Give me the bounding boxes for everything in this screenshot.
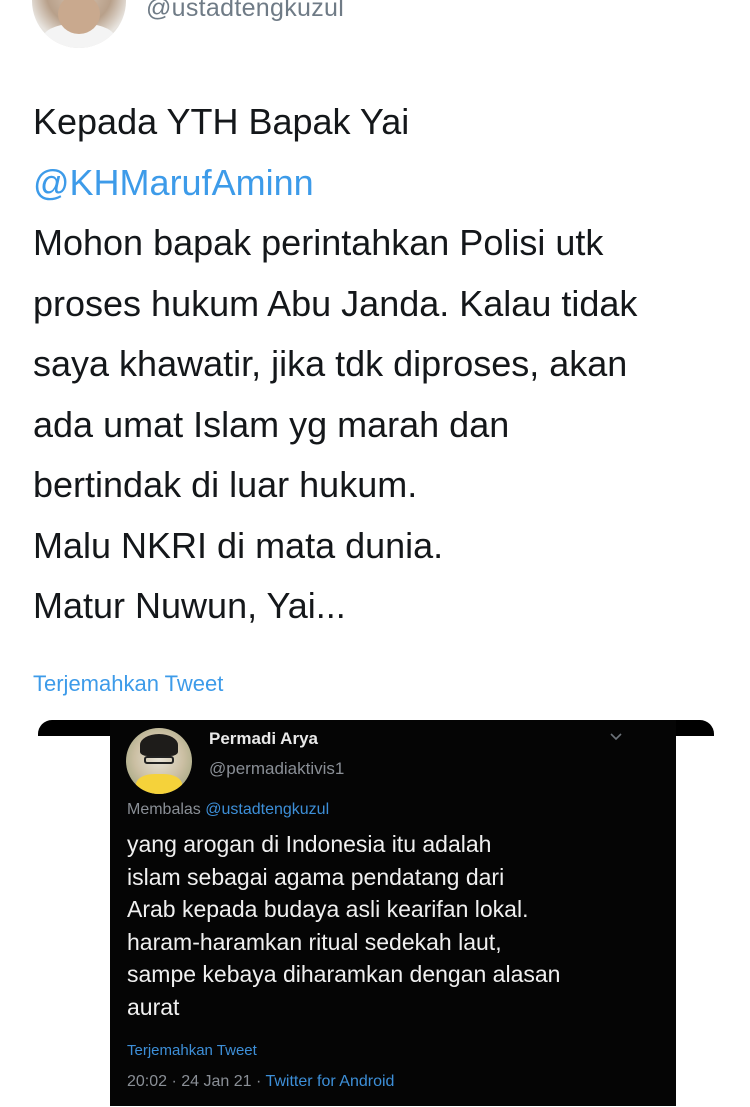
tweet-mention-link[interactable]: @KHMarufAminn xyxy=(33,153,733,214)
embed-left-margin xyxy=(38,736,110,1106)
tweet-line: Malu NKRI di mata dunia. xyxy=(33,524,444,566)
tweet-line: Kepada YTH Bapak Yai xyxy=(33,101,410,142)
embed-reply-context: Membalas @ustadtengkuzul xyxy=(127,801,329,819)
tweet-text: Kepada YTH Bapak Yai @KHMarufAminn Mohon… xyxy=(33,92,733,637)
author-avatar[interactable] xyxy=(32,0,126,48)
embed-time: 20:02 · 24 Jan 21 · xyxy=(127,1073,266,1090)
embed-author-avatar xyxy=(126,728,192,794)
embed-reply-mention: @ustadtengkuzul xyxy=(205,801,330,818)
embed-tweet-line: Arab kepada budaya asli kearifan lokal. xyxy=(127,896,529,922)
tweet-line: proses hukum Abu Janda. Kalau tidak xyxy=(33,282,638,324)
embed-tweet-line: sampe kebaya diharamkan dengan alasan xyxy=(127,961,561,987)
tweet-line: Mohon bapak perintahkan Polisi utk xyxy=(33,222,604,263)
embed-tweet-line: aurat xyxy=(127,993,180,1020)
embed-author-handle: @permadiaktivis1 xyxy=(209,759,345,778)
author-handle[interactable]: @ustadtengkuzul xyxy=(146,0,344,23)
translate-tweet-link[interactable]: Terjemahkan Tweet xyxy=(33,671,223,697)
chevron-down-icon xyxy=(610,733,622,741)
embed-tweet-line: haram-haramkan ritual sedekah laut, xyxy=(127,928,502,955)
embed-avatar-body xyxy=(136,774,182,794)
embed-tweet-text: yang arogan di Indonesia itu adalah isla… xyxy=(127,828,667,1023)
embed-source-app: Twitter for Android xyxy=(265,1073,395,1090)
embed-reply-prefix: Membalas xyxy=(127,801,206,818)
tweet-line: ada umat Islam yg marah dan xyxy=(33,403,510,445)
embed-right-margin xyxy=(676,736,714,1106)
tweet-header: @ustadtengkuzul xyxy=(0,0,750,60)
embed-timestamp: 20:02 · 24 Jan 21 · Twitter for Android xyxy=(127,1073,394,1091)
tweet-line: Matur Nuwun, Yai... xyxy=(33,585,346,626)
embed-avatar-glasses xyxy=(144,756,174,764)
embed-author-name: Permadi Arya xyxy=(209,729,318,748)
embedded-tweet-image[interactable]: Permadi Arya @permadiaktivis1 Membalas @… xyxy=(38,720,714,1106)
embed-translate-link: Terjemahkan Tweet xyxy=(127,1042,257,1059)
tweet-line: bertindak di luar hukum. xyxy=(33,464,418,505)
embed-tweet-line: yang arogan di Indonesia itu adalah xyxy=(127,831,492,857)
embed-tweet-line: islam sebagai agama pendatang dari xyxy=(127,863,505,890)
embed-avatar-hair xyxy=(140,734,178,756)
tweet-line: saya khawatir, jika tdk diproses, akan xyxy=(33,343,628,384)
